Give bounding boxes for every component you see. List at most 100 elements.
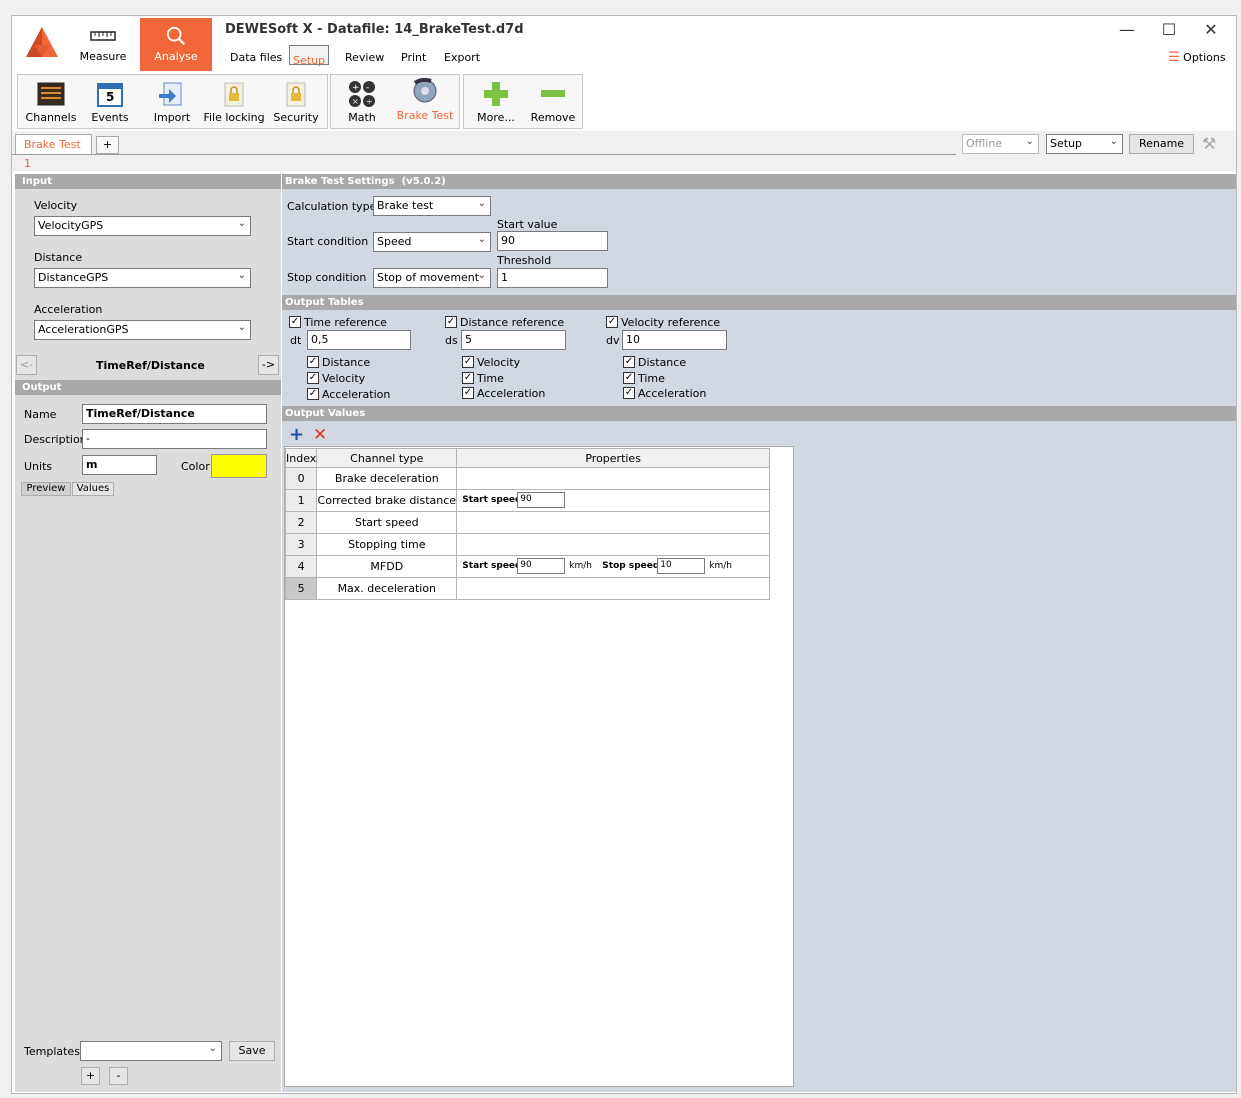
import-button[interactable]: Import xyxy=(146,77,198,127)
table-row[interactable]: 5 Max. deceleration xyxy=(284,577,770,600)
table-nav-title: TimeRef/Distance xyxy=(96,359,205,372)
row-properties: Start speed 90 km/h Stop speed 10 km/h xyxy=(456,555,770,578)
units-input[interactable]: m xyxy=(82,455,157,475)
menu-data-files[interactable]: Data files xyxy=(223,45,289,71)
analyse-button[interactable]: Analyse xyxy=(140,18,212,71)
svg-text:+: + xyxy=(352,83,360,93)
more-button[interactable]: More... xyxy=(468,77,524,127)
dt-input[interactable]: 0,5 xyxy=(307,330,411,350)
description-input[interactable]: - xyxy=(82,429,267,449)
table-row[interactable]: 1 Corrected brake distance Start speed 9… xyxy=(284,489,770,512)
acceleration-label: Acceleration xyxy=(34,303,103,316)
chevron-down-icon: ⌄ xyxy=(1025,136,1034,147)
distance-select[interactable]: DistanceGPS ⌄ xyxy=(34,268,251,288)
menu-setup[interactable]: Setup xyxy=(289,45,330,67)
start-value-input[interactable]: 90 xyxy=(497,231,608,251)
add-template-button[interactable]: + xyxy=(81,1067,100,1085)
color-swatch[interactable] xyxy=(211,454,267,478)
description-label: Description xyxy=(24,433,87,446)
table-row[interactable]: 2 Start speed xyxy=(284,511,770,534)
name-input[interactable]: TimeRef/Distance xyxy=(82,404,267,424)
tools-icon[interactable]: ⚒ xyxy=(1202,134,1216,153)
velocity-select[interactable]: VelocityGPS ⌄ xyxy=(34,216,251,236)
prev-table-button[interactable]: <- xyxy=(16,355,37,375)
events-button[interactable]: Events 5 xyxy=(84,77,136,127)
brake-test-button[interactable]: Brake Test xyxy=(393,77,457,127)
calc-type-select[interactable]: Brake test ⌄ xyxy=(373,196,491,216)
minimize-icon[interactable]: — xyxy=(1112,20,1142,40)
math-button[interactable]: + - × ÷ Math xyxy=(335,77,389,127)
values-button[interactable]: Values xyxy=(72,482,114,496)
threshold-input[interactable]: 1 xyxy=(497,268,608,288)
acceleration-select[interactable]: AccelerationGPS ⌄ xyxy=(34,320,251,340)
dist-acceleration-checkbox[interactable]: ✓ xyxy=(462,387,474,399)
tab-underline xyxy=(12,154,956,155)
view-select[interactable]: Setup ⌄ xyxy=(1046,134,1123,154)
row-channel-type[interactable]: Brake deceleration xyxy=(316,467,458,490)
table-row[interactable]: 0 Brake deceleration xyxy=(284,467,770,490)
main-window: Measure Analyse DEWESoft X - Datafile: 1… xyxy=(11,15,1237,1094)
time-distance-checkbox[interactable]: ✓ xyxy=(307,356,319,368)
stop-condition-select[interactable]: Stop of movement ⌄ xyxy=(373,268,491,288)
row-channel-type[interactable]: Stopping time xyxy=(316,533,458,556)
events-label: Events xyxy=(91,111,129,124)
file-locking-label: File locking xyxy=(203,111,265,124)
ds-input[interactable]: 5 xyxy=(461,330,566,350)
time-acceleration-checkbox[interactable]: ✓ xyxy=(307,388,319,400)
security-button[interactable]: Security xyxy=(270,77,322,127)
vel-time-checkbox[interactable]: ✓ xyxy=(623,372,635,384)
row-channel-type[interactable]: Corrected brake distance xyxy=(316,489,458,512)
row-channel-type[interactable]: Max. deceleration xyxy=(316,577,458,600)
units-label: Units xyxy=(24,460,53,473)
tab-brake-test-1[interactable]: Brake Test 1 xyxy=(15,134,92,170)
properties-column-header: Properties xyxy=(456,448,770,468)
save-template-button[interactable]: Save xyxy=(229,1041,275,1061)
measure-button[interactable]: Measure xyxy=(67,18,139,71)
mode-select[interactable]: Offline ⌄ xyxy=(962,134,1039,154)
add-value-icon[interactable]: + xyxy=(289,426,304,444)
distance-reference-checkbox[interactable]: ✓ xyxy=(445,316,457,328)
table-row[interactable]: 4 MFDD Start speed 90 km/h Stop speed 10… xyxy=(284,555,770,578)
maximize-icon[interactable]: ☐ xyxy=(1154,20,1184,40)
options-button[interactable]: ☰ Options xyxy=(1168,50,1226,65)
time-reference-checkbox[interactable]: ✓ xyxy=(289,316,301,328)
menu-export[interactable]: Export xyxy=(437,45,487,71)
row-index: 1 xyxy=(284,489,318,512)
velocity-label: Velocity xyxy=(34,199,78,212)
file-locking-button[interactable]: File locking xyxy=(202,77,266,127)
channels-button[interactable]: Channels xyxy=(22,77,80,127)
dt-label: dt xyxy=(290,334,302,347)
menu-review[interactable]: Review xyxy=(338,45,391,71)
templates-select[interactable]: ⌄ xyxy=(80,1041,222,1061)
stop-speed-unit[interactable]: km/h xyxy=(709,561,732,571)
dist-velocity-checkbox[interactable]: ✓ xyxy=(462,356,474,368)
menu-print[interactable]: Print xyxy=(394,45,433,71)
add-tab-button[interactable]: + xyxy=(96,136,119,154)
dist-time-checkbox[interactable]: ✓ xyxy=(462,372,474,384)
remove-button[interactable]: Remove xyxy=(526,77,580,127)
threshold-label: Threshold xyxy=(497,254,552,267)
close-icon[interactable]: ✕ xyxy=(1196,20,1226,40)
dv-input[interactable]: 10 xyxy=(622,330,727,350)
rename-button[interactable]: Rename xyxy=(1129,134,1194,154)
dv-label: dv xyxy=(606,334,620,347)
stop-speed-input[interactable]: 10 xyxy=(657,558,706,574)
delete-value-icon[interactable]: ✕ xyxy=(313,426,327,444)
time-velocity-checkbox[interactable]: ✓ xyxy=(307,372,319,384)
vel-distance-checkbox[interactable]: ✓ xyxy=(623,356,635,368)
next-table-button[interactable]: -> xyxy=(258,355,279,375)
start-speed-input[interactable]: 90 xyxy=(517,558,566,574)
vel-acceleration-checkbox[interactable]: ✓ xyxy=(623,387,635,399)
remove-template-button[interactable]: - xyxy=(109,1067,128,1085)
calc-type-value: Brake test xyxy=(377,199,434,212)
start-condition-select[interactable]: Speed ⌄ xyxy=(373,232,491,252)
chevron-down-icon: ⌄ xyxy=(208,1043,217,1054)
start-speed-input[interactable]: 90 xyxy=(517,492,566,508)
velocity-reference-checkbox[interactable]: ✓ xyxy=(606,316,618,328)
table-row[interactable]: 3 Stopping time xyxy=(284,533,770,556)
row-channel-type[interactable]: MFDD xyxy=(316,555,458,578)
row-channel-type[interactable]: Start speed xyxy=(316,511,458,534)
tab-bar: Brake Test 1 + Offline ⌄ Setup ⌄ Rename ⚒ xyxy=(12,131,1236,171)
preview-button[interactable]: Preview xyxy=(21,482,71,496)
start-speed-unit[interactable]: km/h xyxy=(569,561,592,571)
